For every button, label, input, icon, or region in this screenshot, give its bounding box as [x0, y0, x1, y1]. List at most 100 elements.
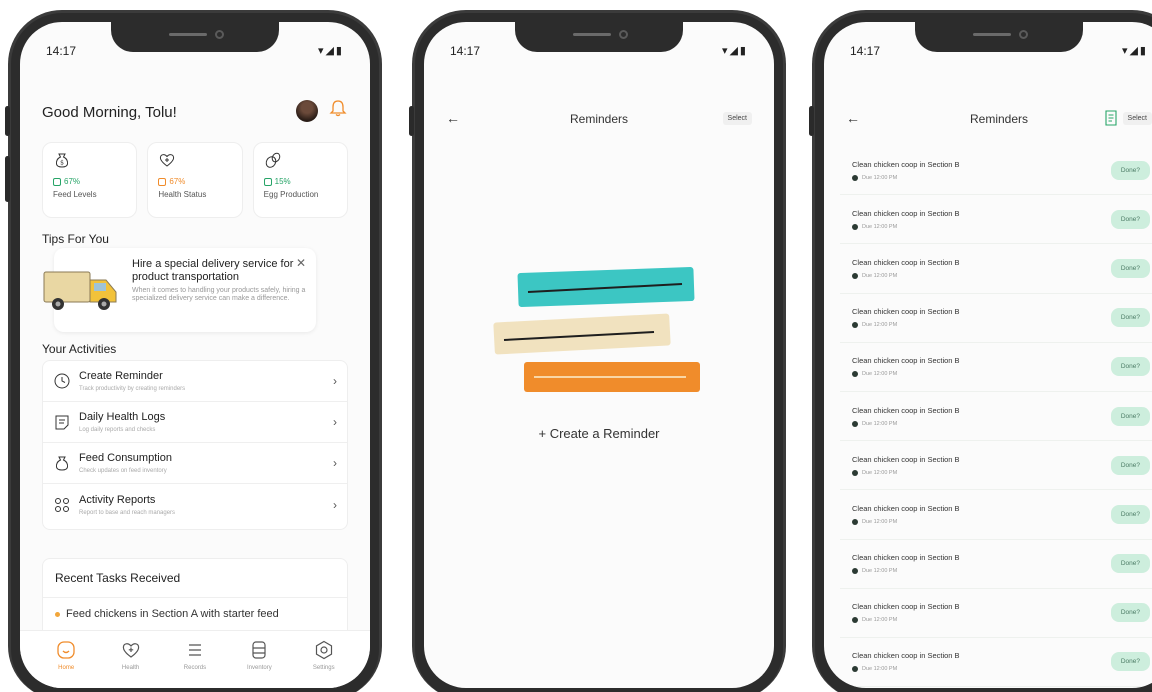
reminder-item[interactable]: Clean chicken coop in Section B Due 12:00… [840, 589, 1152, 638]
tab-label: Health [121, 665, 140, 671]
reminder-item[interactable]: Clean chicken coop in Section B Due 12:00… [840, 441, 1152, 491]
tab-records[interactable]: Records [170, 639, 220, 688]
reminder-name: Clean chicken coop in Section B [852, 651, 960, 661]
done-button[interactable]: Done? [1110, 406, 1150, 426]
done-button[interactable]: Done? [1110, 357, 1150, 377]
stats-row: $ 67% Feed Levels 67% Health Status 15% [42, 142, 348, 218]
done-button[interactable]: Done? [1110, 160, 1150, 180]
clock-dot-icon [852, 322, 858, 329]
grid-circles-icon [55, 497, 69, 512]
avatar[interactable] [296, 100, 318, 122]
tab-inventory[interactable]: Inventory [234, 639, 284, 688]
database-icon [252, 641, 266, 659]
reminder-item[interactable]: Clean chicken coop in Section B Due 12:00… [840, 146, 1152, 196]
done-button[interactable]: Done? [1110, 308, 1150, 328]
reminder-due: Due 12:00 PM [852, 469, 1111, 476]
document-icon[interactable] [1104, 110, 1118, 126]
reminders-empty-screen: 14:17 ▾◢▮ ← Reminders Select + Create a … [424, 22, 774, 688]
stat-card-health-status[interactable]: 67% Health Status [147, 142, 243, 218]
tab-settings[interactable]: Settings [299, 639, 349, 688]
status-time: 14:17 [850, 44, 881, 58]
activity-sub: Report to base and reach managers [79, 509, 176, 516]
clock-dot-icon [852, 223, 858, 230]
tab-health[interactable]: Health [106, 639, 156, 688]
done-button[interactable]: Done? [1110, 504, 1150, 524]
activities-list: Create Reminder Track productivity by cre… [42, 360, 348, 530]
reminder-name: Clean chicken coop in Section B [852, 602, 960, 612]
reminder-list: Clean chicken coop in Section B Due 12:00… [840, 146, 1152, 688]
stat-card-feed-levels[interactable]: $ 67% Feed Levels [42, 142, 138, 218]
activity-feed-consumption[interactable]: Feed Consumption Check updates on feed in… [43, 443, 347, 484]
activity-reports[interactable]: Activity Reports Report to base and reach… [43, 484, 347, 525]
activity-create-reminder[interactable]: Create Reminder Track productivity by cre… [43, 361, 347, 402]
trend-icon [263, 177, 272, 186]
stat-percent: 67% [158, 177, 231, 186]
select-button[interactable]: Select [1122, 112, 1152, 125]
reminder-due: Due 12:00 PM [852, 223, 1111, 230]
reminder-item[interactable]: Clean chicken coop in Section B Due 12:00… [840, 343, 1152, 392]
phone-side-button [409, 106, 414, 136]
reminder-due: Due 12:00 PM [852, 617, 1111, 624]
phone-notch [915, 22, 1083, 52]
clock-dot-icon [852, 568, 858, 575]
bottom-tab-bar: Home Health Records Inventory Settings [20, 630, 370, 688]
activity-sub: Track productivity by creating reminders [79, 386, 186, 392]
reminder-item[interactable]: Clean chicken coop in Section B Due 12:00… [840, 638, 1152, 688]
reminder-item[interactable]: Clean chicken coop in Section B Due 12:00… [840, 392, 1152, 442]
activity-daily-health-logs[interactable]: Daily Health Logs Log daily reports and c… [43, 402, 347, 443]
activity-sub: Check updates on feed inventory [79, 468, 167, 474]
tab-home[interactable]: Home [41, 639, 91, 688]
reminder-item[interactable]: Clean chicken coop in Section B Due 12:00… [840, 244, 1152, 294]
done-button[interactable]: Done? [1110, 455, 1150, 475]
recent-tasks-title: Recent Tasks Received [43, 559, 347, 598]
reminder-item[interactable]: Clean chicken coop in Section B Due 12:00… [840, 540, 1152, 589]
activity-name: Activity Reports [79, 493, 156, 506]
nav-bar: ← Reminders Select [446, 110, 752, 130]
trend-icon [53, 177, 61, 186]
reminder-name: Clean chicken coop in Section B [852, 405, 960, 415]
tab-label: Home [58, 665, 75, 671]
home-icon [57, 641, 75, 659]
done-button[interactable]: Done? [1110, 258, 1150, 278]
status-icons: ▾◢▮ [317, 45, 344, 57]
phone-notch [515, 22, 683, 52]
delivery-truck-image [43, 271, 117, 310]
reminder-name: Clean chicken coop in Section B [852, 307, 960, 317]
reminder-name: Clean chicken coop in Section B [852, 257, 960, 267]
status-icons: ▾◢▮ [1121, 45, 1148, 57]
tip-card[interactable]: Hire a special delivery service for prod… [43, 248, 316, 332]
done-button[interactable]: Done? [1110, 554, 1150, 574]
reminder-due: Due 12:00 PM [852, 371, 1111, 378]
phone-side-button [5, 156, 10, 202]
status-icons: ▾◢▮ [721, 45, 748, 57]
reminders-list-screen: 14:17 ▾◢▮ ← Reminders Select Clean chick… [824, 22, 1152, 688]
close-icon[interactable]: ✕ [296, 256, 306, 270]
reminder-due: Due 12:00 PM [852, 420, 1111, 427]
chevron-right-icon: › [333, 415, 337, 429]
tab-label: Inventory [247, 665, 272, 671]
stat-card-egg-production[interactable]: 15% Egg Production [252, 142, 348, 218]
bell-icon[interactable] [328, 98, 348, 118]
create-reminder-button[interactable]: + Create a Reminder [424, 426, 774, 441]
phone-reminders-empty: 14:17 ▾◢▮ ← Reminders Select + Create a … [409, 10, 786, 692]
select-button[interactable]: Select [722, 112, 752, 125]
done-button[interactable]: Done? [1110, 209, 1150, 229]
heart-plus-icon [160, 154, 175, 167]
activity-name: Feed Consumption [79, 452, 172, 464]
clock-dot-icon [852, 666, 858, 673]
reminder-item[interactable]: Clean chicken coop in Section B Due 12:00… [840, 195, 1152, 245]
done-button[interactable]: Done? [1110, 603, 1150, 623]
chevron-right-icon: › [333, 374, 337, 388]
document-icon [55, 415, 69, 430]
reminder-name: Clean chicken coop in Section B [852, 208, 960, 218]
egg-icon [265, 152, 280, 168]
recent-task-item[interactable]: Feed chickens in Section A with starter … [43, 598, 347, 630]
reminder-name: Clean chicken coop in Section B [852, 356, 960, 366]
reminder-item[interactable]: Clean chicken coop in Section B Due 12:00… [840, 490, 1152, 540]
done-button[interactable]: Done? [1110, 652, 1150, 672]
reminder-due: Due 12:00 PM [852, 518, 1111, 525]
tab-label: Settings [312, 665, 335, 671]
clock-dot-icon [852, 420, 858, 427]
svg-text:$: $ [60, 160, 64, 167]
reminder-item[interactable]: Clean chicken coop in Section B Due 12:00… [840, 294, 1152, 343]
